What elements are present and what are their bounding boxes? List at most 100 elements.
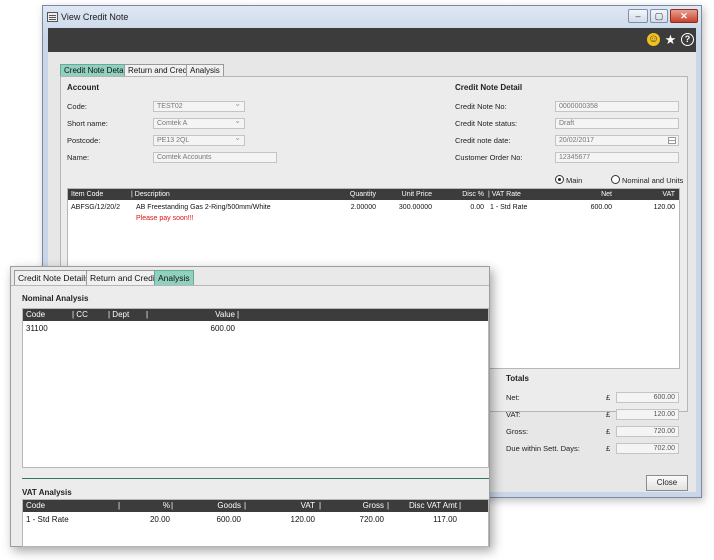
col-vat-rate[interactable]: | VAT Rate xyxy=(488,189,521,200)
vat-gross-cell: 720.00 xyxy=(359,515,384,524)
postcode-dropdown[interactable]: PE13 2QL xyxy=(153,135,245,146)
window-title: View Credit Note xyxy=(61,12,129,22)
vat-total-field[interactable]: 120.00 xyxy=(616,409,679,420)
col-disc-vat-amt[interactable]: Disc VAT Amt xyxy=(391,500,457,512)
code-dropdown[interactable]: TEST02 xyxy=(153,101,245,112)
window-app-icon xyxy=(47,12,58,22)
col-code[interactable]: Code xyxy=(26,500,45,512)
tab-analysis[interactable]: Analysis xyxy=(186,64,224,76)
disc-cell: 0.00 xyxy=(470,204,484,211)
col-cc[interactable]: | CC xyxy=(72,309,88,321)
item-code-cell: ABFSG/12/20/2 xyxy=(71,204,121,211)
tab-analysis[interactable]: Analysis xyxy=(154,270,194,285)
main-radio[interactable] xyxy=(555,175,564,184)
vat-goods-cell: 600.00 xyxy=(216,515,241,524)
vat-disc-amt-cell: 117.00 xyxy=(433,515,457,524)
currency-symbol: £ xyxy=(606,410,611,419)
col-goods[interactable]: Goods xyxy=(175,500,241,512)
col-gross[interactable]: Gross xyxy=(323,500,384,512)
col-separator: | xyxy=(171,501,174,510)
col-separator: | xyxy=(146,310,149,319)
maximize-button[interactable]: ▢ xyxy=(650,9,668,23)
col-separator: | xyxy=(459,501,462,510)
comment-line: Please pay soon!!! xyxy=(136,215,194,222)
tab-return-and-credit[interactable]: Return and Credit xyxy=(86,270,162,285)
currency-symbol: £ xyxy=(606,427,611,436)
net-total-field[interactable]: 600.00 xyxy=(616,392,679,403)
main-radio-label: Main xyxy=(566,176,583,185)
nominal-code-cell: 31100 xyxy=(26,324,48,333)
name-label: Name: xyxy=(67,153,90,162)
customer-order-no-field[interactable]: 12345677 xyxy=(555,152,679,163)
vat-analysis-grid[interactable]: Code | % | Goods | VAT | Gross | Disc VA… xyxy=(22,499,489,547)
col-net[interactable]: Net xyxy=(558,189,612,200)
col-percent[interactable]: % xyxy=(123,500,170,512)
analysis-overlay: Credit Note Details Return and Credit An… xyxy=(10,266,490,547)
nominal-analysis-grid[interactable]: Code | CC | Dept | Value | 31100 600.00 xyxy=(22,308,489,468)
vat-rate-cell: 1 - Std Rate xyxy=(490,204,528,211)
vat-amount-cell: 120.00 xyxy=(290,515,315,524)
col-vat[interactable]: VAT xyxy=(618,189,675,200)
credit-note-status-label: Credit Note status: xyxy=(455,119,518,128)
col-dept[interactable]: | Dept xyxy=(108,309,129,321)
analysis-body: Nominal Analysis Code | CC | Dept | Valu… xyxy=(11,285,489,547)
col-separator: | xyxy=(319,501,322,510)
credit-note-date-field[interactable]: 20/02/2017 xyxy=(555,135,679,146)
col-code[interactable]: Code xyxy=(26,309,45,321)
due-total-field[interactable]: 702.00 xyxy=(616,443,679,454)
nominal-units-radio[interactable] xyxy=(611,175,620,184)
net-label: Net: xyxy=(506,393,520,402)
tab-credit-note-details[interactable]: Credit Note Details xyxy=(14,270,94,285)
customer-order-no-label: Customer Order No: xyxy=(455,153,523,162)
section-divider xyxy=(22,478,489,479)
credit-note-date-label: Credit note date: xyxy=(455,136,511,145)
net-cell: 600.00 xyxy=(590,204,612,211)
minimize-button[interactable]: – xyxy=(628,9,648,23)
close-button[interactable]: Close xyxy=(646,475,688,491)
name-field[interactable]: Comtek Accounts xyxy=(153,152,277,163)
close-window-button[interactable]: ✕ xyxy=(670,9,698,23)
postcode-label: Postcode: xyxy=(67,136,101,145)
due-label: Due within Sett. Days: xyxy=(506,444,580,453)
vat-code-cell: 1 - Std Rate xyxy=(26,515,69,524)
nominal-analysis-title: Nominal Analysis xyxy=(22,294,89,303)
tab-return-and-credit[interactable]: Return and Credit xyxy=(124,64,196,76)
help-icon[interactable]: ? xyxy=(681,33,694,46)
unit-price-cell: 300.00000 xyxy=(398,204,432,211)
col-unit-price[interactable]: Unit Price xyxy=(380,189,432,200)
col-vat[interactable]: VAT xyxy=(249,500,315,512)
nominal-units-radio-label: Nominal and Units xyxy=(622,176,684,185)
col-item-code[interactable]: Item Code xyxy=(71,189,103,200)
credit-note-no-label: Credit Note No: xyxy=(455,102,507,111)
star-icon[interactable]: ★ xyxy=(664,33,677,46)
col-separator: | xyxy=(237,310,240,319)
credit-note-status-field[interactable]: Draft xyxy=(555,118,679,129)
items-grid-header: Item Code | Description Quantity Unit Pr… xyxy=(68,189,679,200)
calendar-icon[interactable] xyxy=(668,137,676,144)
account-section-title: Account xyxy=(67,83,99,92)
col-separator: | xyxy=(387,501,390,510)
col-quantity[interactable]: Quantity xyxy=(320,189,376,200)
code-label: Code: xyxy=(67,102,88,111)
vat-cell: 120.00 xyxy=(653,204,675,211)
totals-title: Totals xyxy=(506,374,529,383)
col-separator: | xyxy=(118,501,121,510)
vat-analysis-title: VAT Analysis xyxy=(22,488,72,497)
col-separator: | xyxy=(244,501,247,510)
short-name-label: Short name: xyxy=(67,119,108,128)
nominal-value-cell: 600.00 xyxy=(210,324,235,333)
quantity-cell: 2.00000 xyxy=(350,204,376,211)
col-description[interactable]: | Description xyxy=(131,189,170,200)
col-value[interactable]: Value xyxy=(173,309,235,321)
currency-symbol: £ xyxy=(606,444,611,453)
gross-total-field[interactable]: 720.00 xyxy=(616,426,679,437)
credit-note-detail-title: Credit Note Detail xyxy=(455,83,523,92)
credit-note-no-field[interactable]: 0000000358 xyxy=(555,101,679,112)
smiley-icon[interactable]: ☺ xyxy=(647,33,660,46)
description-cell: AB Freestanding Gas 2-Ring/500mm/White xyxy=(136,204,271,211)
nominal-grid-header: Code | CC | Dept | Value | xyxy=(23,309,488,321)
col-disc[interactable]: Disc % xyxy=(436,189,484,200)
vat-percent-cell: 20.00 xyxy=(149,515,170,524)
short-name-dropdown[interactable]: Comtek A xyxy=(153,118,245,129)
toolbar: ☺ ★ ? xyxy=(48,28,696,52)
